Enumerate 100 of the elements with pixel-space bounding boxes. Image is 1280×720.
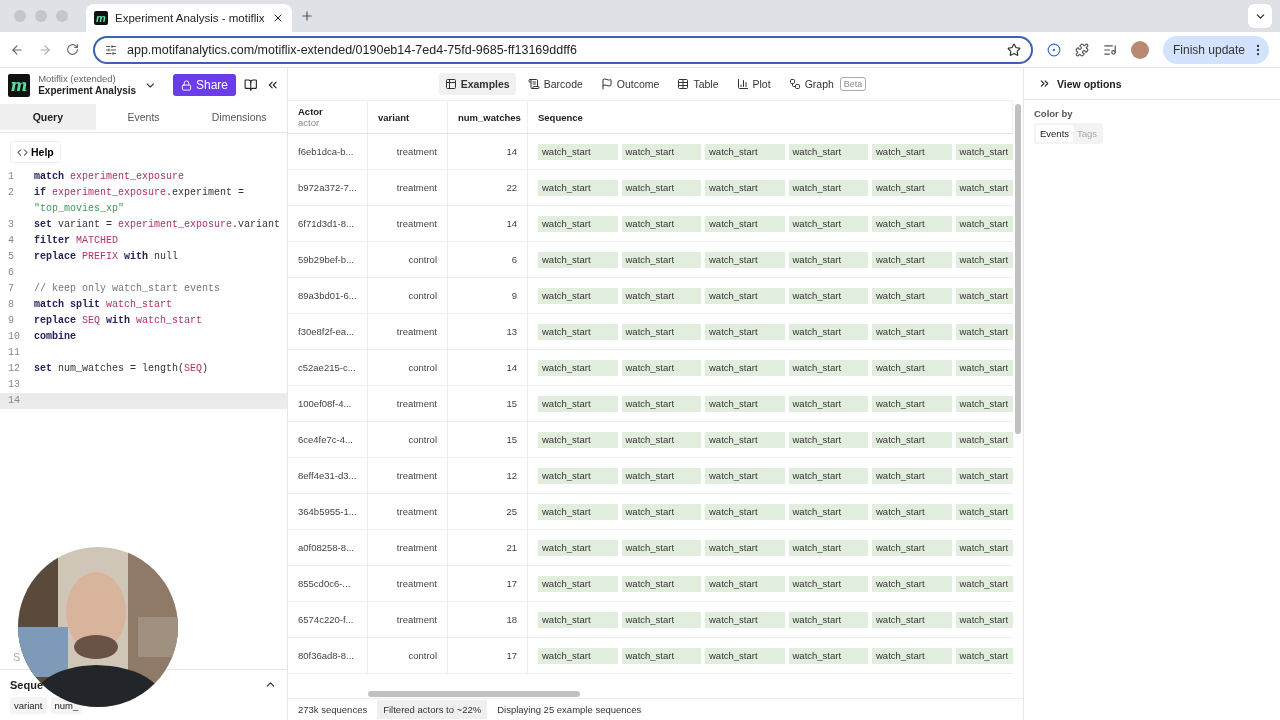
table-cell: f6eb1dca-b...: [298, 146, 354, 157]
line-number: 13: [7, 378, 21, 392]
event-chip: watch_start: [872, 647, 952, 664]
flag-icon: [600, 78, 613, 90]
event-chip: watch_start: [872, 179, 952, 196]
help-button[interactable]: Help: [10, 141, 61, 163]
view-tab[interactable]: Outcome: [594, 73, 666, 95]
table-cell: treatment: [396, 182, 437, 193]
event-chip: watch_start: [872, 575, 952, 592]
table-cell: treatment: [396, 398, 437, 409]
graph-icon: [788, 78, 801, 90]
list-icon: [527, 78, 540, 90]
event-chip: watch_start: [955, 359, 1013, 376]
table-cell: 14: [506, 146, 517, 157]
status-text: Displaying 25 example sequences: [496, 703, 643, 717]
event-chip: watch_start: [538, 215, 618, 232]
site-settings-icon[interactable]: [105, 43, 117, 56]
column-header: Sequence: [538, 111, 584, 123]
profile-avatar[interactable]: [1131, 40, 1149, 59]
horizontal-scrollbar[interactable]: [368, 691, 580, 697]
column-header: variant: [378, 111, 411, 123]
event-chip: watch_start: [788, 179, 868, 196]
event-chip: watch_start: [955, 611, 1013, 628]
line-number: 5: [7, 250, 15, 264]
table-cell: 15: [506, 398, 517, 409]
table-cell: 21: [506, 542, 517, 553]
line-number: 3: [7, 218, 15, 232]
app-logo: m: [8, 73, 31, 97]
event-chip: watch_start: [705, 467, 785, 484]
address-bar[interactable]: app.motifanalytics.com/motiflix-extended/0190eb14-7ed4-75fd-9685-ff13169ddff6: [93, 35, 1033, 64]
event-chip: watch_start: [788, 323, 868, 340]
code-line: match split watch_start: [34, 298, 174, 312]
table-cell: control: [408, 434, 437, 445]
line-number: 1: [7, 170, 15, 184]
puzzle-icon[interactable]: [1075, 42, 1089, 57]
event-chip: watch_start: [788, 395, 868, 412]
code-line: // keep only watch_start events: [34, 282, 222, 296]
line-number: 10: [7, 330, 21, 344]
event-chip: watch_start: [872, 467, 952, 484]
panel-tab[interactable]: Dimensions: [191, 104, 287, 130]
event-chip: watch_start: [955, 467, 1013, 484]
panel-tab[interactable]: Query: [0, 104, 96, 130]
field-label: Color by: [1034, 108, 1074, 119]
table-cell: 8eff4e31-d3...: [298, 470, 357, 481]
table-cell: treatment: [396, 542, 437, 553]
event-chip: watch_start: [705, 611, 785, 628]
event-chip: watch_start: [788, 287, 868, 304]
panel-tab[interactable]: Events: [95, 104, 192, 130]
event-chip: watch_start: [955, 215, 1013, 232]
event-chip: watch_start: [621, 575, 701, 592]
event-chip: watch_start: [872, 215, 952, 232]
table-cell: b972a372-7...: [298, 182, 357, 193]
event-chip: watch_start: [621, 431, 701, 448]
column-chip[interactable]: variant: [10, 697, 47, 714]
table-cell: treatment: [396, 506, 437, 517]
panel-label: S: [13, 651, 22, 663]
table-cell: control: [408, 290, 437, 301]
event-chip: watch_start: [538, 575, 618, 592]
finish-update-button[interactable]: Finish update: [1163, 35, 1270, 64]
expand-icon[interactable]: [1038, 77, 1051, 90]
event-chip: watch_start: [705, 143, 785, 160]
view-tab[interactable]: Examples: [438, 73, 516, 95]
event-chip: watch_start: [872, 251, 952, 268]
event-chip: watch_start: [538, 467, 618, 484]
code-line: if experiment_exposure.experiment = "top_movies_xp": [34, 186, 246, 216]
analysis-title: Experiment Analysis: [38, 84, 137, 97]
event-chip: watch_start: [955, 395, 1013, 412]
table-cell: 17: [506, 578, 517, 589]
event-chip: watch_start: [955, 539, 1013, 556]
code-line: combine: [34, 330, 77, 344]
table-cell: 6574c220-f...: [298, 614, 354, 625]
code-line: set num_watches = length(SEQ): [34, 362, 210, 376]
table-cell: treatment: [396, 218, 437, 229]
view-tab[interactable]: Graph Beta: [782, 73, 873, 95]
event-chip: watch_start: [538, 359, 618, 376]
event-chip: watch_start: [872, 539, 952, 556]
tab-search-button[interactable]: [1248, 4, 1272, 28]
event-chip: watch_start: [538, 539, 618, 556]
view-tab[interactable]: Table: [671, 73, 725, 95]
reload-icon[interactable]: [66, 43, 79, 56]
view-tab[interactable]: Plot: [730, 73, 777, 95]
table-cell: 6ce4fe7c-4...: [298, 434, 353, 445]
line-number: 7: [7, 282, 15, 296]
line-number: 11: [7, 346, 21, 360]
media-icon[interactable]: [1103, 42, 1117, 57]
back-icon[interactable]: [10, 42, 24, 57]
view-tab[interactable]: Barcode: [521, 73, 589, 95]
bar-chart-icon: [736, 78, 749, 90]
book-icon[interactable]: [244, 78, 258, 92]
event-chip: watch_start: [872, 143, 952, 160]
extension-icon[interactable]: [1047, 42, 1061, 57]
event-chip: watch_start: [955, 503, 1013, 520]
star-icon[interactable]: [1007, 42, 1021, 57]
table-cell: 100ef08f-4...: [298, 398, 352, 409]
browser-tab[interactable]: m Experiment Analysis - motiflix: [86, 4, 292, 32]
event-chip: watch_start: [705, 575, 785, 592]
vertical-scrollbar[interactable]: [1015, 104, 1021, 434]
event-chip: watch_start: [621, 287, 701, 304]
segment-button[interactable]: Events: [1036, 125, 1074, 142]
share-button[interactable]: Share: [173, 74, 237, 96]
